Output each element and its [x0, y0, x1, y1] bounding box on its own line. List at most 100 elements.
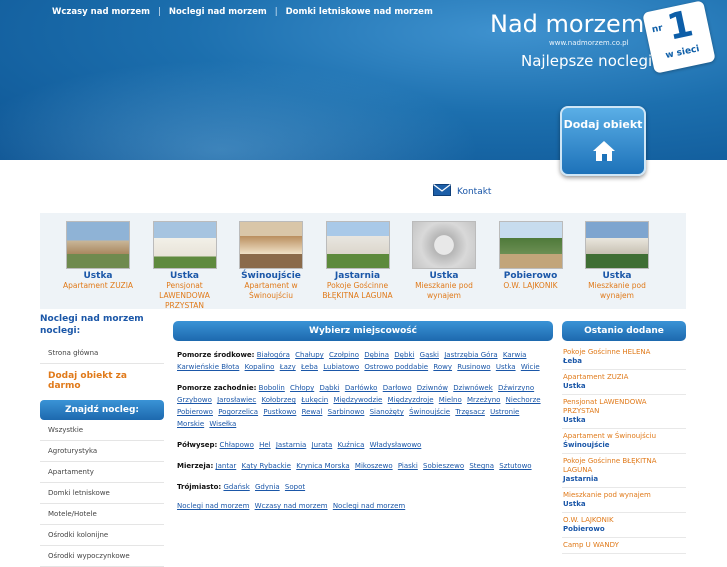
- town-link[interactable]: Chałupy: [295, 351, 324, 359]
- town-link[interactable]: Rewal: [302, 408, 323, 416]
- carousel-name[interactable]: Mieszkanie pod wynajem: [577, 281, 657, 301]
- town-link[interactable]: Dźwirzyno: [498, 384, 534, 392]
- recent-name[interactable]: Pokoje Gościnne BŁĘKITNA LAGUNA: [563, 457, 685, 475]
- town-link[interactable]: Mrzeżyno: [467, 396, 500, 404]
- carousel-card[interactable]: Jastarnia Pokoje Gościnne BŁĘKITNA LAGUNA: [318, 221, 398, 301]
- town-link[interactable]: Dąbki: [319, 384, 339, 392]
- carousel-name[interactable]: Mieszkanie pod wynajem: [404, 281, 484, 301]
- town-link[interactable]: Karwieńskie Błota: [177, 363, 239, 371]
- category-item[interactable]: Apartamenty: [40, 462, 164, 483]
- town-link[interactable]: Sztutowo: [499, 462, 531, 470]
- town-link[interactable]: Gdańsk: [223, 483, 249, 491]
- carousel-city[interactable]: Pobierowo: [491, 271, 571, 281]
- carousel-card[interactable]: Ustka Mieszkanie pod wynajem: [577, 221, 657, 301]
- town-link[interactable]: Łeba: [301, 363, 318, 371]
- category-item[interactable]: Wszystkie: [40, 420, 164, 441]
- town-link[interactable]: Chłapowo: [220, 441, 254, 449]
- town-link[interactable]: Gąski: [420, 351, 439, 359]
- carousel-card[interactable]: Świnoujście Apartament w Świnoujściu: [231, 221, 311, 301]
- town-link[interactable]: Świnoujście: [409, 408, 450, 416]
- town-link[interactable]: Pogorzelica: [218, 408, 258, 416]
- town-link[interactable]: Dziwnów: [417, 384, 448, 392]
- nav-link-wczasy[interactable]: Wczasy nad morzem: [52, 7, 150, 17]
- listing-photo[interactable]: [498, 221, 563, 269]
- town-link[interactable]: Karwia: [503, 351, 527, 359]
- town-link[interactable]: Dziwnówek: [453, 384, 493, 392]
- town-link[interactable]: Rusinowo: [457, 363, 490, 371]
- listing-photo[interactable]: [585, 221, 649, 269]
- town-link[interactable]: Darłowo: [383, 384, 412, 392]
- town-link[interactable]: Niechorze: [506, 396, 541, 404]
- town-link[interactable]: Łazy: [280, 363, 296, 371]
- carousel-card[interactable]: Ustka Pensjonat LAWENDOWA PRZYSTAN: [145, 221, 225, 311]
- town-link[interactable]: Jastrzębia Góra: [444, 351, 497, 359]
- carousel-card[interactable]: Ustka Apartament ZUZIA: [58, 221, 138, 291]
- town-link[interactable]: Hel: [259, 441, 271, 449]
- town-link[interactable]: Chłopy: [290, 384, 314, 392]
- listing-photo[interactable]: [325, 221, 390, 269]
- listing-photo[interactable]: [66, 221, 130, 269]
- nav-link-domki[interactable]: Domki letniskowe nad morzem: [286, 7, 433, 17]
- listing-photo[interactable]: [412, 221, 476, 269]
- recent-entry[interactable]: O.W. LAJKONIK Pobierowo: [562, 513, 686, 538]
- carousel-name[interactable]: Pokoje Gościnne BŁĘKITNA LAGUNA: [318, 281, 398, 301]
- listing-photo[interactable]: [239, 221, 303, 269]
- town-link[interactable]: Ostrowo poddabie: [364, 363, 428, 371]
- town-link[interactable]: Wicie: [521, 363, 540, 371]
- town-link[interactable]: Wisełka: [209, 420, 236, 428]
- town-link[interactable]: Piaski: [398, 462, 418, 470]
- town-link[interactable]: Gdynia: [255, 483, 280, 491]
- contact-link[interactable]: Kontakt: [433, 184, 491, 199]
- town-link[interactable]: Bobolin: [259, 384, 285, 392]
- town-link[interactable]: Dębki: [394, 351, 414, 359]
- carousel-city[interactable]: Świnoujście: [231, 271, 311, 281]
- town-link[interactable]: Międzywodzie: [333, 396, 382, 404]
- carousel-card[interactable]: Pobierowo O.W. LAJKONIK: [491, 221, 571, 291]
- town-link[interactable]: Sarbinowo: [328, 408, 365, 416]
- category-item[interactable]: Ośrodki wypoczynkowe: [40, 546, 164, 567]
- recent-name[interactable]: O.W. LAJKONIK: [563, 516, 685, 525]
- recent-name[interactable]: Mieszkanie pod wynajem: [563, 491, 685, 500]
- recent-entry[interactable]: Pokoje Gościnne BŁĘKITNA LAGUNA Jastarnia: [562, 454, 686, 488]
- town-link[interactable]: Trzęsacz: [455, 408, 485, 416]
- carousel-city[interactable]: Ustka: [577, 271, 657, 281]
- footer-link[interactable]: Noclegi nad morzem: [177, 502, 249, 510]
- nav-link-noclegi[interactable]: Noclegi nad morzem: [169, 7, 267, 17]
- town-link[interactable]: Mikoszewo: [355, 462, 393, 470]
- carousel-name[interactable]: Apartament ZUZIA: [58, 281, 138, 291]
- sidebar-item-home[interactable]: Strona główna: [40, 343, 164, 364]
- recent-entry[interactable]: Apartament ZUZIA Ustka: [562, 370, 686, 395]
- carousel-city[interactable]: Jastarnia: [318, 271, 398, 281]
- category-item[interactable]: Motele/Hotele: [40, 504, 164, 525]
- add-object-link[interactable]: Dodaj obiekt za darmo: [40, 364, 164, 398]
- town-link[interactable]: Dębina: [364, 351, 389, 359]
- town-link[interactable]: Władysławowo: [370, 441, 422, 449]
- carousel-card[interactable]: Ustka Mieszkanie pod wynajem: [404, 221, 484, 301]
- carousel-name[interactable]: O.W. LAJKONIK: [491, 281, 571, 291]
- town-link[interactable]: Kopalino: [245, 363, 275, 371]
- town-link[interactable]: Pobierowo: [177, 408, 213, 416]
- add-object-button[interactable]: Dodaj obiekt: [560, 106, 646, 176]
- recent-entry[interactable]: Mieszkanie pod wynajem Ustka: [562, 488, 686, 513]
- carousel-city[interactable]: Ustka: [404, 271, 484, 281]
- town-link[interactable]: Międzyzdroje: [388, 396, 434, 404]
- town-link[interactable]: Mielno: [439, 396, 462, 404]
- town-link[interactable]: Grzybowo: [177, 396, 212, 404]
- recent-name[interactable]: Pokoje Gościnne HELENA: [563, 348, 685, 357]
- town-link[interactable]: Jurata: [312, 441, 333, 449]
- carousel-name[interactable]: Apartament w Świnoujściu: [231, 281, 311, 301]
- town-link[interactable]: Stegna: [469, 462, 494, 470]
- recent-name[interactable]: Apartament w Świnoujściu: [563, 432, 685, 441]
- town-link[interactable]: Kąty Rybackie: [241, 462, 291, 470]
- recent-name[interactable]: Apartament ZUZIA: [563, 373, 685, 382]
- category-item[interactable]: Agroturystyka: [40, 441, 164, 462]
- footer-link[interactable]: Noclegi nad morzem: [333, 502, 405, 510]
- town-link[interactable]: Krynica Morska: [296, 462, 349, 470]
- recent-entry[interactable]: Pensjonat LAWENDOWA PRZYSTAN Ustka: [562, 395, 686, 429]
- brand-title[interactable]: Nad morzem: [490, 10, 644, 38]
- recent-name[interactable]: Pensjonat LAWENDOWA PRZYSTAN: [563, 398, 685, 416]
- town-link[interactable]: Rowy: [433, 363, 452, 371]
- carousel-city[interactable]: Ustka: [145, 271, 225, 281]
- town-link[interactable]: Kołobrzeg: [261, 396, 296, 404]
- town-link[interactable]: Darłówko: [345, 384, 378, 392]
